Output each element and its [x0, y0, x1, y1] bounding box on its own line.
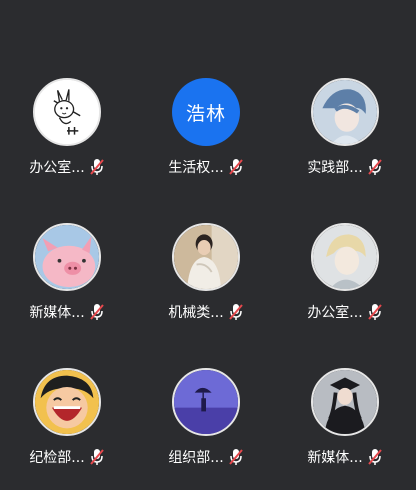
pink-pig-avatar — [33, 223, 101, 291]
participant-tile[interactable]: 实践部... — [295, 78, 395, 198]
mic-muted-icon — [228, 158, 244, 176]
mic-muted-icon — [89, 448, 105, 466]
participant-name: 新媒体... — [307, 450, 363, 466]
participant-tile[interactable]: 组织部... — [156, 368, 256, 488]
mic-muted-icon — [367, 158, 383, 176]
bunny-sticker-avatar — [33, 78, 101, 146]
participant-name: 纪检部... — [29, 450, 85, 466]
mic-muted-icon — [228, 448, 244, 466]
umbrella-scene-avatar — [172, 368, 240, 436]
participant-tile[interactable]: 新媒体... — [17, 223, 117, 343]
participant-tile[interactable]: 办公室... — [17, 78, 117, 198]
participant-tile[interactable]: 办公室... — [295, 223, 395, 343]
participant-name: 实践部... — [307, 160, 363, 176]
participant-name: 新媒体... — [29, 305, 85, 321]
mic-muted-icon — [228, 303, 244, 321]
participant-grid: 办公室... 浩林 生活权... 实践部... 新媒体... 机械类... 办公… — [0, 0, 416, 490]
participant-name: 生活权... — [168, 160, 224, 176]
participant-name: 组织部... — [168, 450, 224, 466]
participant-name: 办公室... — [29, 160, 85, 176]
cartoon-laughing-avatar — [33, 368, 101, 436]
person-photo-avatar — [172, 223, 240, 291]
participant-tile[interactable]: 浩林 生活权... — [156, 78, 256, 198]
anime-boy-avatar — [311, 78, 379, 146]
participant-name: 机械类... — [168, 305, 224, 321]
mic-muted-icon — [89, 303, 105, 321]
participant-tile[interactable]: 纪检部... — [17, 368, 117, 488]
participant-tile[interactable]: 机械类... — [156, 223, 256, 343]
mic-muted-icon — [367, 303, 383, 321]
participant-tile[interactable]: 新媒体... — [295, 368, 395, 488]
graduation-photo-avatar — [311, 368, 379, 436]
mic-muted-icon — [367, 448, 383, 466]
participant-name: 办公室... — [307, 305, 363, 321]
mic-muted-icon — [89, 158, 105, 176]
anime-blond-avatar — [311, 223, 379, 291]
text-avatar: 浩林 — [172, 78, 240, 146]
